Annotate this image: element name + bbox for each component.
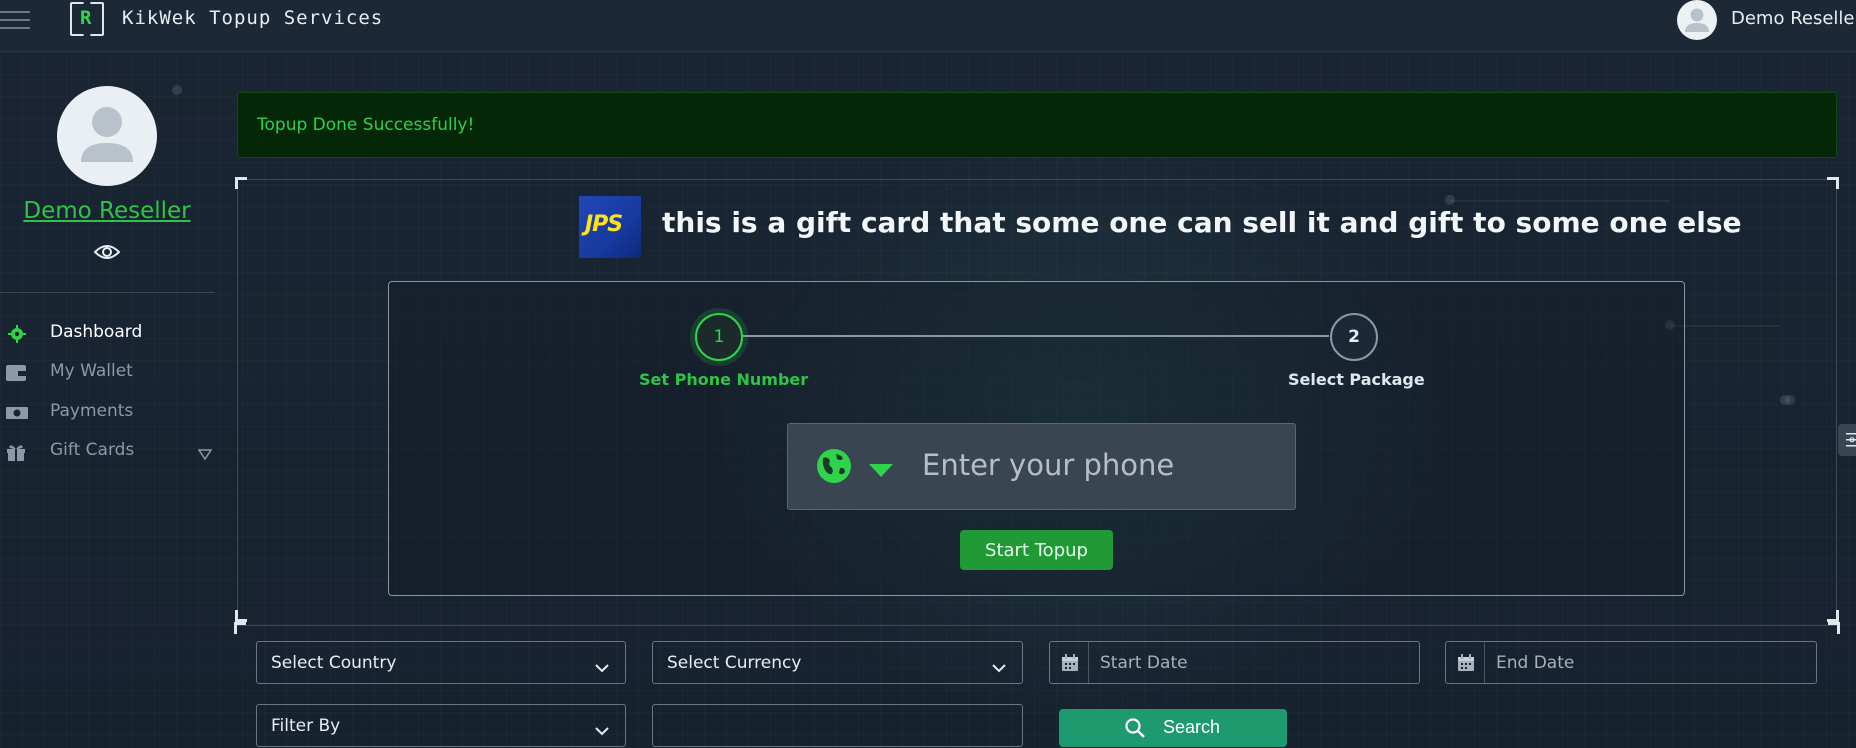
wallet-icon	[6, 364, 28, 382]
country-select-value: Select Country	[271, 653, 397, 673]
chevron-down-icon[interactable]	[197, 446, 213, 461]
sliders-icon	[1846, 433, 1856, 447]
sidebar-item-gift-cards[interactable]: Gift Cards	[0, 438, 220, 466]
gear-icon	[6, 325, 28, 343]
success-alert: Topup Done Successfully!	[237, 92, 1837, 158]
logo-letter: R	[80, 7, 92, 29]
sidebar-item-label: Dashboard	[50, 322, 143, 342]
step-1-indicator[interactable]: 1	[695, 313, 743, 361]
currency-select[interactable]: Select Currency	[652, 641, 1023, 684]
chevron-down-icon	[595, 658, 609, 673]
side-settings-tab[interactable]	[1838, 424, 1856, 456]
step-2-indicator[interactable]: 2	[1330, 313, 1378, 361]
frame-corner	[235, 177, 247, 189]
country-dropdown-arrow-icon[interactable]	[868, 462, 894, 478]
calendar-icon	[1061, 654, 1079, 672]
top-bar: R KikWek Topup Services Demo Reseller	[0, 0, 1856, 52]
chevron-down-icon	[595, 721, 609, 736]
frame-corner	[234, 622, 246, 634]
sidebar-item-dashboard[interactable]: Dashboard	[0, 320, 220, 348]
profile-avatar-icon	[81, 107, 133, 162]
frame-corner	[1828, 622, 1840, 634]
field-separator	[1484, 642, 1485, 683]
country-select[interactable]: Select Country	[256, 641, 626, 684]
app-title[interactable]: KikWek Topup Services	[122, 7, 383, 29]
field-separator	[1088, 642, 1089, 683]
frame-corner	[1827, 177, 1839, 189]
end-date-field[interactable]: End Date	[1445, 641, 1817, 684]
sidebar-item-label: My Wallet	[50, 361, 133, 381]
sidebar-item-label: Payments	[50, 401, 134, 421]
jps-logo: JPS	[579, 196, 641, 258]
filter-by-value: Filter By	[271, 716, 341, 736]
gift-icon	[6, 443, 28, 461]
sidebar: Demo Reseller Dashboard My Wallet Paymen…	[0, 52, 220, 748]
start-date-field[interactable]: Start Date	[1049, 641, 1420, 684]
calendar-icon	[1457, 654, 1475, 672]
stepper-connector	[719, 335, 1329, 337]
phone-input[interactable]	[922, 440, 1272, 490]
profile-name-link[interactable]: Demo Reseller	[0, 198, 214, 224]
sidebar-item-my-wallet[interactable]: My Wallet	[0, 359, 220, 387]
step-2-label: Select Package	[1288, 370, 1425, 389]
user-avatar-icon	[1685, 8, 1709, 32]
sidebar-divider	[0, 292, 215, 293]
frame-corner	[235, 610, 247, 622]
eye-icon[interactable]	[93, 242, 121, 262]
start-date-placeholder: Start Date	[1100, 653, 1188, 673]
search-button[interactable]: Search	[1059, 709, 1287, 747]
product-heading: this is a gift card that some one can se…	[662, 206, 1742, 239]
search-button-label: Search	[1163, 717, 1221, 737]
user-avatar[interactable]	[1677, 0, 1717, 40]
step-1-label: Set Phone Number	[639, 370, 809, 389]
end-date-placeholder: End Date	[1496, 653, 1575, 673]
frame-corner	[1827, 610, 1839, 622]
sidebar-item-label: Gift Cards	[50, 440, 135, 460]
profile-avatar	[57, 86, 157, 186]
hamburger-menu-icon[interactable]	[0, 11, 32, 33]
globe-icon[interactable]	[816, 448, 852, 484]
jps-logo-text: JPS	[585, 212, 623, 237]
alert-message: Topup Done Successfully!	[257, 115, 475, 135]
search-icon	[1124, 717, 1146, 739]
money-icon	[6, 404, 28, 422]
start-topup-button[interactable]: Start Topup	[960, 530, 1113, 570]
filter-by-select[interactable]: Filter By	[256, 704, 626, 747]
currency-select-value: Select Currency	[667, 653, 802, 673]
sidebar-item-payments[interactable]: Payments	[0, 399, 220, 427]
filter-value-input[interactable]	[652, 704, 1023, 747]
section-divider	[237, 625, 1837, 626]
user-menu[interactable]: Demo Reseller	[1731, 8, 1856, 29]
chevron-down-icon	[992, 658, 1006, 673]
